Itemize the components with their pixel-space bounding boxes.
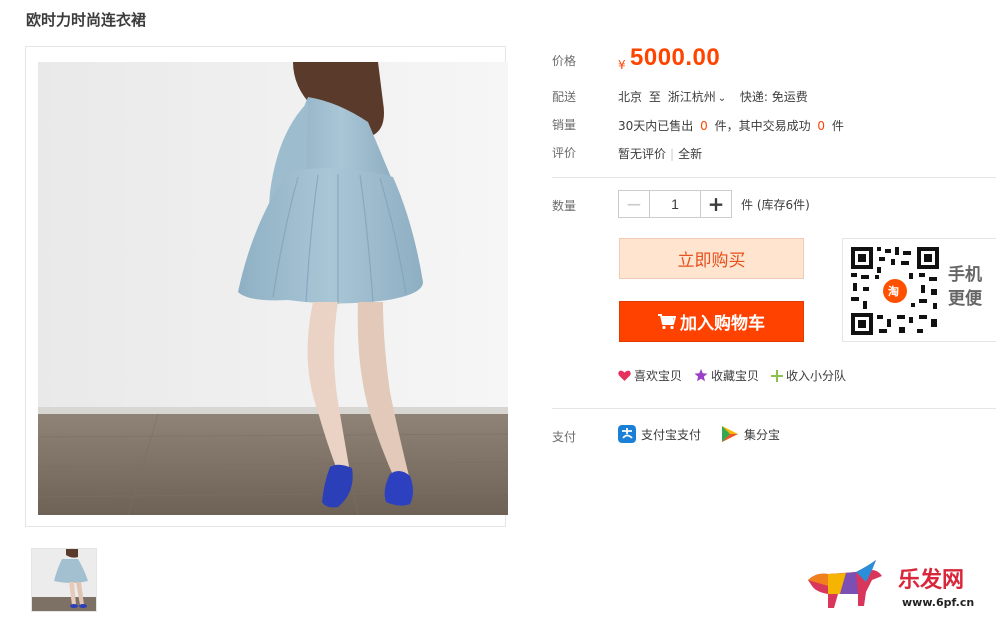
sales-success-count: 0 [817,119,826,133]
review-label: 评价 [552,146,577,160]
like-item-link[interactable]: 喜欢宝贝 [618,367,682,384]
quantity-increase-button[interactable]: + [700,191,731,217]
shipping-from: 北京 [618,90,643,104]
plus-icon [771,369,784,382]
sales-prefix: 30天内已售出 [618,119,694,133]
payment-label: 支付 [552,430,577,444]
divider [552,408,996,409]
jifenbao-icon [722,426,739,442]
quantity-decrease-button[interactable]: − [619,191,650,217]
chevron-down-icon: ⌄ [717,93,727,104]
taobao-logo: 淘 [888,285,899,298]
site-watermark: 乐发网 www.6pf.cn [806,556,996,618]
group-label: 收入小分队 [786,369,847,383]
review-info: 暂无评价 | 全新 [618,145,702,162]
mobile-qr-panel: 淘 手机 更便 [842,238,996,342]
add-to-cart-button[interactable]: 加入购物车 [619,301,804,342]
sales-sold-count: 0 [700,119,708,133]
alipay-icon [618,425,636,443]
buy-now-button[interactable]: 立即购买 [619,238,804,279]
favorite-label: 收藏宝贝 [711,369,760,383]
price-value: 5000.00 [630,44,721,71]
condition-new: 全新 [678,147,703,161]
shipping-label: 配送 [552,90,577,104]
shipping-destination-select[interactable]: 浙江杭州 ⌄ [668,90,726,104]
quantity-label: 数量 [552,199,577,213]
payment-methods: 支付宝支付 集分宝 [618,425,780,443]
main-product-image[interactable] [38,62,508,515]
qr-text-line1: 手机 [948,265,982,285]
jifenbao-option: 集分宝 [721,425,780,443]
qr-text: 手机 更便 [948,263,982,311]
favorite-item-link[interactable]: 收藏宝贝 [694,367,759,384]
currency-symbol: ¥ [618,58,626,72]
bull-logo-icon [808,560,882,608]
quantity-input[interactable] [650,191,700,217]
separator: | [670,147,675,161]
qr-text-line2: 更便 [948,289,982,309]
shipping-destination: 浙江杭州 [667,90,716,104]
star-icon [694,369,708,382]
product-title: 欧时力时尚连衣裙 [26,11,147,29]
cart-icon [658,313,676,329]
heart-icon [618,370,631,381]
alipay-label: 支付宝支付 [641,427,702,442]
shipping-info: 北京 至 浙江杭州 ⌄ 快递: 免运费 [618,88,808,105]
stock-info: 件 (库存6件) [741,198,810,212]
sales-info: 30天内已售出 0 件，其中交易成功 0 件 [618,117,844,134]
like-label: 喜欢宝贝 [634,369,683,383]
price-label: 价格 [552,54,577,68]
divider [552,177,996,178]
thumbnail-image[interactable] [31,548,97,612]
review-none-link[interactable]: 暂无评价 [618,147,666,161]
shipping-to-word: 至 [648,90,661,104]
add-to-cart-label: 加入购物车 [680,314,765,334]
sales-unit2: 件 [831,119,844,133]
watermark-name: 乐发网 [898,567,965,593]
sales-unit1: 件，其中交易成功 [714,119,811,133]
watermark-url: www.6pf.cn [902,596,975,609]
main-image-frame [25,46,508,527]
shipping-express: 快递: 免运费 [739,90,808,104]
alipay-option: 支付宝支付 [618,425,701,443]
sales-label: 销量 [552,118,577,132]
quantity-stepper: − + [618,190,732,218]
jifenbao-label: 集分宝 [744,427,781,442]
add-to-group-link[interactable]: 收入小分队 [771,367,846,384]
buy-now-label: 立即购买 [677,251,746,271]
item-actions: 喜欢宝贝 收藏宝贝 收入小分队 [618,367,846,384]
